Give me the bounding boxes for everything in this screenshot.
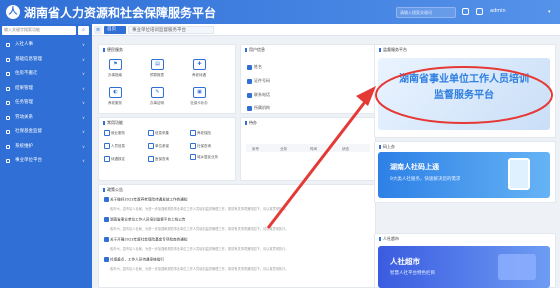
highlight-ellipse — [375, 66, 553, 124]
arrow-head — [356, 86, 376, 106]
annotation-arrow — [266, 66, 553, 229]
arrow-shaft — [266, 97, 370, 229]
